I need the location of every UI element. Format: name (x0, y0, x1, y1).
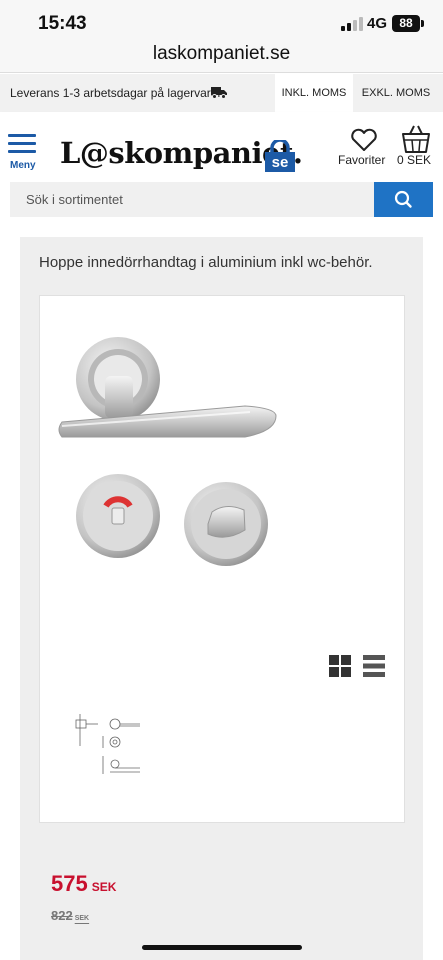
excl-vat-toggle[interactable]: EXKL. MOMS (355, 74, 437, 112)
current-price: 575 SEK (51, 871, 116, 897)
status-time: 15:43 (38, 13, 87, 34)
battery-icon: 88 (392, 15, 424, 32)
delivery-info: Leverans 1-3 arbetsdagar på lagervaror (10, 86, 222, 100)
info-bar: Leverans 1-3 arbetsdagar på lagervaror I… (0, 74, 443, 112)
site-logo[interactable]: L@skompaniet. se (60, 136, 303, 176)
price-value: 575 (51, 871, 88, 896)
list-view-icon[interactable] (363, 655, 385, 677)
grid-view-icon[interactable] (329, 655, 351, 677)
url-text[interactable]: laskompaniet.se (153, 43, 290, 64)
signal-icon (341, 17, 363, 31)
address-bar[interactable]: laskompaniet.se (0, 40, 443, 73)
status-bar: 15:43 4G 88 (0, 0, 443, 40)
padlock-logo-icon: se (265, 140, 295, 172)
favorites-label[interactable]: Favoriter (338, 153, 385, 167)
product-title: Hoppe innedörrhandtag i aluminium inkl w… (39, 254, 373, 271)
old-price-currency: SEK (74, 915, 90, 922)
menu-label: Meny (10, 160, 36, 171)
menu-icon (8, 134, 40, 153)
old-price-value: 822 (51, 908, 73, 923)
logo-suffix: se (272, 154, 289, 171)
product-gallery (39, 295, 405, 823)
home-indicator[interactable] (142, 945, 302, 950)
dimension-drawing-thumbnail[interactable] (70, 706, 150, 786)
network-type: 4G (367, 15, 388, 32)
original-price: 822 SEK (51, 907, 89, 925)
search-button[interactable] (374, 182, 433, 217)
site-header: Meny L@skompaniet. se Favoriter 0 SEK (0, 112, 443, 237)
search-icon (394, 190, 412, 208)
cart-total[interactable]: 0 SEK (397, 153, 431, 167)
incl-vat-toggle[interactable]: INKL. MOMS (275, 74, 353, 112)
search-input[interactable] (10, 182, 374, 217)
price-currency: SEK (91, 880, 117, 894)
product-image[interactable] (40, 296, 404, 596)
product-content: Hoppe innedörrhandtag i aluminium inkl w… (0, 237, 443, 960)
truck-icon (211, 87, 227, 99)
